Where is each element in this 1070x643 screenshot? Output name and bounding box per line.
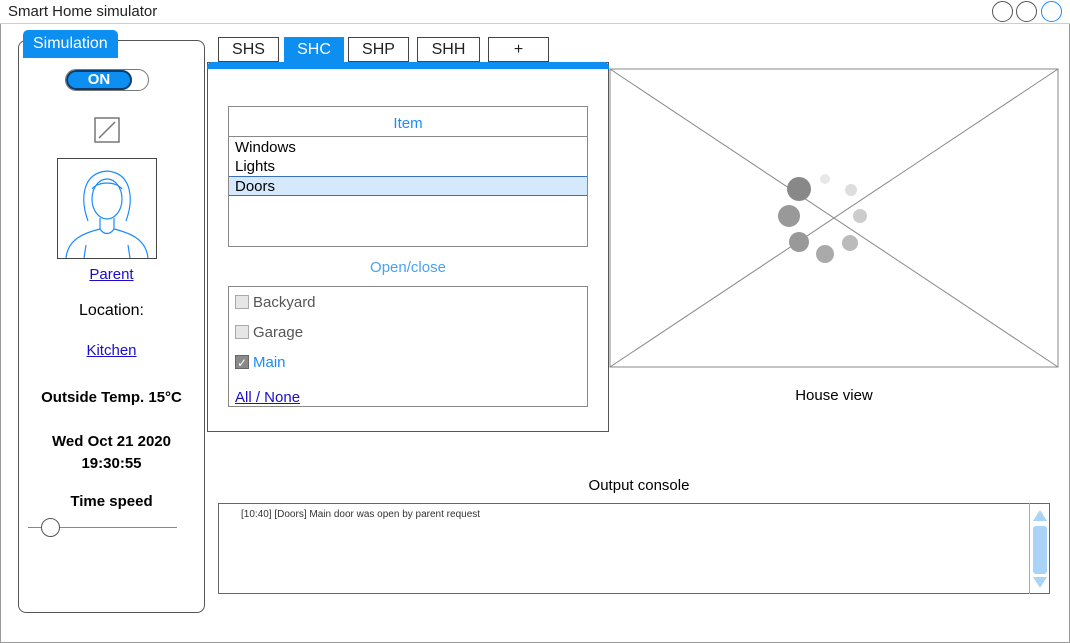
open-close-label: Open/close <box>370 259 446 276</box>
close-button[interactable] <box>1041 1 1062 22</box>
time-speed-slider-handle[interactable] <box>41 518 60 537</box>
minimize-button[interactable] <box>992 1 1013 22</box>
location-label: Location: <box>79 302 144 319</box>
console-line: [10:40] [Doors] Main door was open by pa… <box>241 509 481 520</box>
house-view-label: House view <box>795 387 873 404</box>
console-scrollbar[interactable] <box>1029 503 1050 594</box>
tab-shh[interactable]: SHH <box>417 37 480 62</box>
maximize-button[interactable] <box>1016 1 1037 22</box>
tab-shp[interactable]: SHP <box>348 37 409 62</box>
list-item[interactable]: Windows <box>229 138 587 158</box>
checkbox-icon[interactable] <box>235 325 249 339</box>
scroll-thumb[interactable] <box>1033 526 1047 574</box>
edit-icon[interactable] <box>94 117 120 143</box>
simulation-toggle[interactable]: ON <box>65 69 149 91</box>
person-icon <box>65 170 149 259</box>
checkbox-label: Garage <box>253 324 304 341</box>
checkbox-garage[interactable]: Garage <box>235 323 303 343</box>
checkbox-label: Backyard <box>253 294 316 311</box>
output-console[interactable]: [10:40] [Doors] Main door was open by pa… <box>218 503 1050 594</box>
add-tab-button[interactable]: + <box>488 37 549 62</box>
scroll-down-icon[interactable] <box>1033 577 1047 588</box>
checkbox-icon[interactable] <box>235 295 249 309</box>
tab-shc[interactable]: SHC <box>284 37 344 64</box>
checkbox-main[interactable]: Main <box>235 353 286 373</box>
item-list: Item Windows Lights Doors <box>228 106 588 247</box>
door-checklist: Backyard Garage Main All / None <box>228 286 588 407</box>
scroll-up-icon[interactable] <box>1033 510 1047 521</box>
checkbox-backyard[interactable]: Backyard <box>235 293 316 313</box>
checkbox-checked-icon[interactable] <box>235 353 249 373</box>
house-view-canvas[interactable] <box>609 68 1059 368</box>
all-none-link[interactable]: All / None <box>235 388 300 408</box>
toggle-label: ON <box>66 70 132 90</box>
checkbox-label: Main <box>253 354 286 371</box>
simulation-tab[interactable]: Simulation <box>23 30 118 58</box>
avatar <box>57 158 157 259</box>
tab-shs[interactable]: SHS <box>218 37 279 62</box>
shc-panel-accent-bar <box>207 62 609 69</box>
location-link[interactable]: Kitchen <box>18 342 205 359</box>
current-date: Wed Oct 21 2020 <box>52 433 171 450</box>
current-time: 19:30:55 <box>81 455 142 472</box>
window-title: Smart Home simulator <box>8 3 158 20</box>
user-role-link[interactable]: Parent <box>18 266 205 283</box>
outside-temperature: Outside Temp. 15°C <box>41 389 182 406</box>
item-list-header: Item <box>229 107 587 137</box>
list-item-selected[interactable]: Doors <box>229 176 587 196</box>
time-speed-label: Time speed <box>70 493 153 510</box>
title-bar: Smart Home simulator <box>0 0 1070 24</box>
output-console-label: Output console <box>588 477 690 494</box>
list-item[interactable]: Lights <box>229 157 587 177</box>
